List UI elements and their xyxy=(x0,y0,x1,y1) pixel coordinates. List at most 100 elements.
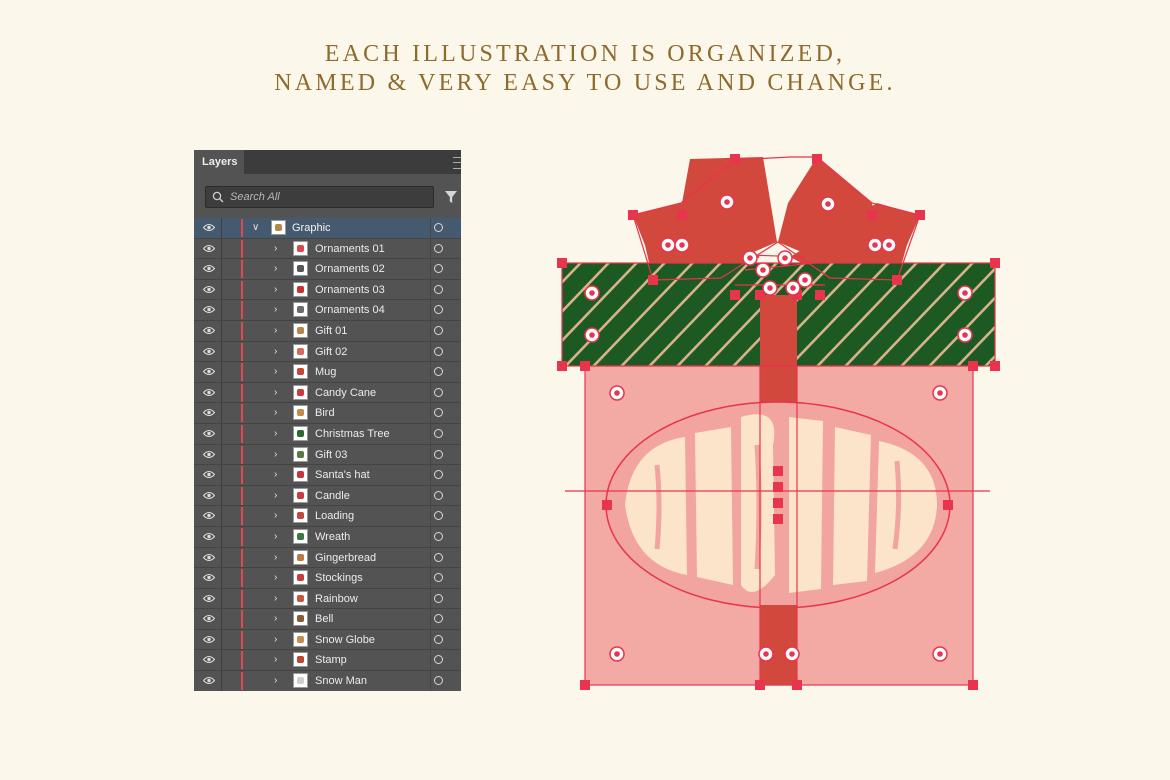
layer-name[interactable]: Stamp xyxy=(315,650,347,670)
layer-row[interactable]: › Bell xyxy=(194,609,461,630)
layer-row[interactable]: › Ornaments 03 xyxy=(194,279,461,301)
layer-row[interactable]: › Ornaments 02 xyxy=(194,259,461,280)
layer-name[interactable]: Snow Man xyxy=(315,671,367,691)
layer-row[interactable]: › Wreath xyxy=(194,526,461,548)
chevron-right-icon[interactable]: › xyxy=(274,346,277,357)
layer-name[interactable]: Bell xyxy=(315,609,333,629)
target-circle-icon[interactable] xyxy=(434,573,443,583)
eye-icon[interactable] xyxy=(203,511,215,520)
target-circle-icon[interactable] xyxy=(434,408,443,418)
layer-row[interactable]: › Mug xyxy=(194,362,461,383)
target-circle-icon[interactable] xyxy=(434,449,443,459)
layer-row[interactable]: › Gingerbread xyxy=(194,547,461,569)
layer-row-graphic[interactable]: ∨ Graphic xyxy=(194,218,461,239)
target-circle-icon[interactable] xyxy=(434,531,443,541)
eye-icon[interactable] xyxy=(203,532,215,541)
layer-row[interactable]: › Snow Globe xyxy=(194,629,461,651)
layer-name[interactable]: Ornaments 02 xyxy=(315,259,385,279)
eye-icon[interactable] xyxy=(203,305,215,314)
target-circle-icon[interactable] xyxy=(434,284,443,294)
layer-row[interactable]: › Gift 03 xyxy=(194,444,461,466)
chevron-right-icon[interactable]: › xyxy=(274,407,277,418)
eye-icon[interactable] xyxy=(203,573,215,582)
layer-name[interactable]: Stockings xyxy=(315,568,363,588)
chevron-right-icon[interactable]: › xyxy=(274,325,277,336)
chevron-right-icon[interactable]: › xyxy=(274,510,277,521)
target-circle-icon[interactable] xyxy=(434,634,443,644)
eye-icon[interactable] xyxy=(203,388,215,397)
layer-name[interactable]: Gift 03 xyxy=(315,445,347,465)
target-circle-icon[interactable] xyxy=(434,552,443,562)
layer-name[interactable]: Santa's hat xyxy=(315,465,370,485)
target-circle-icon[interactable] xyxy=(434,243,443,253)
chevron-right-icon[interactable]: › xyxy=(274,387,277,398)
layer-name[interactable]: Christmas Tree xyxy=(315,424,390,444)
layer-row[interactable]: › Rainbow xyxy=(194,588,461,610)
layer-name[interactable]: Gingerbread xyxy=(315,548,376,568)
eye-icon[interactable] xyxy=(203,244,215,253)
eye-icon[interactable] xyxy=(203,470,215,479)
target-circle-icon[interactable] xyxy=(434,655,443,665)
chevron-right-icon[interactable]: › xyxy=(274,654,277,665)
layer-name[interactable]: Ornaments 03 xyxy=(315,280,385,300)
eye-icon[interactable] xyxy=(203,285,215,294)
eye-icon[interactable] xyxy=(203,676,215,685)
layer-name[interactable]: Ornaments 04 xyxy=(315,300,385,320)
target-circle-icon[interactable] xyxy=(434,470,443,480)
tab-layers[interactable]: Layers xyxy=(194,150,244,174)
eye-icon[interactable] xyxy=(203,367,215,376)
layer-row[interactable]: › Santa's hat xyxy=(194,465,461,486)
eye-icon[interactable] xyxy=(203,614,215,623)
target-circle-icon[interactable] xyxy=(434,367,443,377)
eye-icon[interactable] xyxy=(203,264,215,273)
target-circle-icon[interactable] xyxy=(434,387,443,397)
chevron-right-icon[interactable]: › xyxy=(274,243,277,254)
layer-row[interactable]: › Ornaments 01 xyxy=(194,238,461,260)
layer-row[interactable]: › Loading xyxy=(194,506,461,527)
chevron-right-icon[interactable]: › xyxy=(274,613,277,624)
target-circle-icon[interactable] xyxy=(434,428,443,438)
eye-icon[interactable] xyxy=(203,408,215,417)
chevron-down-icon[interactable]: ∨ xyxy=(252,222,259,233)
target-circle-icon[interactable] xyxy=(434,346,443,356)
hamburger-icon[interactable] xyxy=(453,157,461,169)
target-circle-icon[interactable] xyxy=(434,511,443,521)
layer-row[interactable]: › Stamp xyxy=(194,650,461,672)
eye-icon[interactable] xyxy=(203,326,215,335)
layer-row[interactable]: › Candy Cane xyxy=(194,382,461,404)
eye-icon[interactable] xyxy=(203,223,215,232)
layer-name[interactable]: Ornaments 01 xyxy=(315,239,385,259)
eye-icon[interactable] xyxy=(203,450,215,459)
layer-row[interactable]: › Christmas Tree xyxy=(194,423,461,445)
chevron-right-icon[interactable]: › xyxy=(274,593,277,604)
chevron-right-icon[interactable]: › xyxy=(274,552,277,563)
layer-name[interactable]: Candy Cane xyxy=(315,383,376,403)
layer-row[interactable]: › Snow Man xyxy=(194,671,461,691)
layer-row[interactable]: › Stockings xyxy=(194,568,461,589)
eye-icon[interactable] xyxy=(203,553,215,562)
layer-name[interactable]: Rainbow xyxy=(315,589,358,609)
chevron-right-icon[interactable]: › xyxy=(274,572,277,583)
chevron-right-icon[interactable]: › xyxy=(274,675,277,686)
chevron-right-icon[interactable]: › xyxy=(274,428,277,439)
target-circle-icon[interactable] xyxy=(434,593,443,603)
chevron-right-icon[interactable]: › xyxy=(274,304,277,315)
layer-row[interactable]: › Gift 01 xyxy=(194,320,461,342)
layer-name[interactable]: Loading xyxy=(315,506,354,526)
chevron-right-icon[interactable]: › xyxy=(274,531,277,542)
target-circle-icon[interactable] xyxy=(434,614,443,624)
target-circle-icon[interactable] xyxy=(434,490,443,500)
target-circle-icon[interactable] xyxy=(434,223,443,232)
layer-name[interactable]: Candle xyxy=(315,486,350,506)
layer-name[interactable]: Bird xyxy=(315,403,335,423)
eye-icon[interactable] xyxy=(203,347,215,356)
chevron-right-icon[interactable]: › xyxy=(274,366,277,377)
layer-name[interactable]: Wreath xyxy=(315,527,350,547)
eye-icon[interactable] xyxy=(203,491,215,500)
layer-row[interactable]: › Candle xyxy=(194,485,461,507)
layer-name[interactable]: Mug xyxy=(315,362,336,382)
target-circle-icon[interactable] xyxy=(434,305,443,315)
chevron-right-icon[interactable]: › xyxy=(274,469,277,480)
eye-icon[interactable] xyxy=(203,655,215,664)
target-circle-icon[interactable] xyxy=(434,325,443,335)
